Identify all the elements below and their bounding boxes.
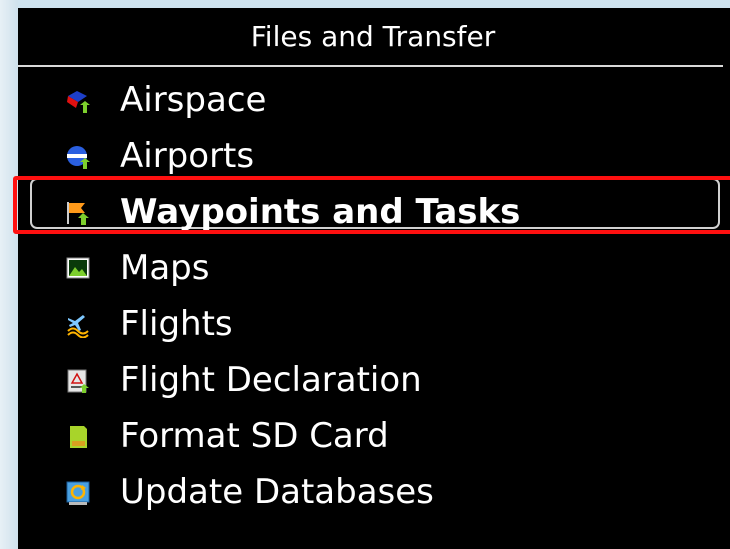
title-divider: [18, 65, 723, 67]
flight-declaration-icon: [67, 369, 89, 393]
files-and-transfer-panel: Files and Transfer Airspace Airports Way…: [18, 8, 730, 549]
menu-item-label: Maps: [120, 248, 210, 288]
menu-item-update-databases[interactable]: Update Databases: [18, 464, 730, 520]
menu-item-flights[interactable]: Flights: [18, 296, 730, 352]
menu-item-flight-declaration[interactable]: Flight Declaration: [18, 352, 730, 408]
update-databases-icon: [66, 481, 90, 505]
maps-icon: [66, 257, 90, 279]
panel-title: Files and Transfer: [250, 20, 496, 53]
selection-highlight-annotation: [13, 176, 730, 234]
menu-item-label: Flight Declaration: [120, 360, 422, 400]
menu-item-maps[interactable]: Maps: [18, 240, 730, 296]
menu-item-label: Update Databases: [120, 472, 434, 512]
menu-item-airspace[interactable]: Airspace: [18, 72, 730, 128]
files-menu: Airspace Airports Waypoints and Tasks Ma…: [18, 72, 730, 520]
menu-item-label: Airspace: [120, 80, 267, 120]
sd-card-icon: [70, 426, 87, 448]
airports-icon: [67, 146, 90, 169]
flights-icon: [67, 315, 89, 338]
menu-item-label: Format SD Card: [120, 416, 389, 456]
menu-item-format-sd-card[interactable]: Format SD Card: [18, 408, 730, 464]
airspace-icon: [67, 91, 90, 113]
menu-item-label: Flights: [120, 304, 233, 344]
background-left-strip: [0, 0, 18, 549]
